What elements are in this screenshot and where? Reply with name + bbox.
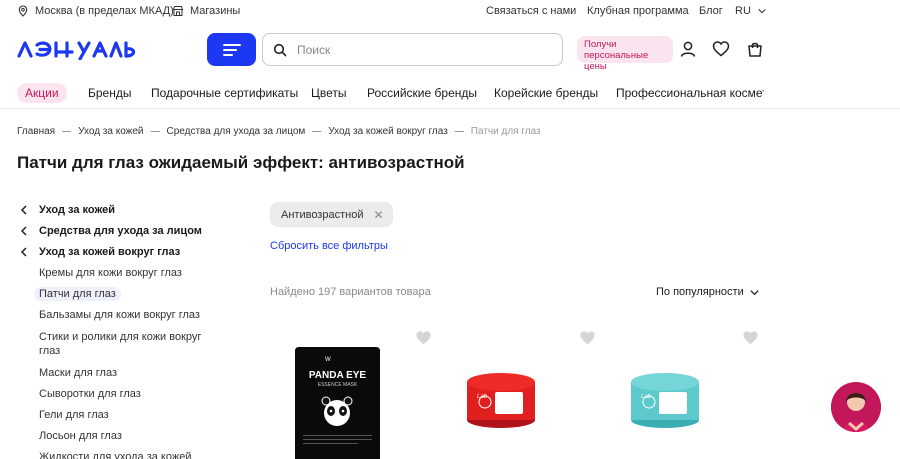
nav-item-brands[interactable]: Бренды bbox=[88, 86, 131, 100]
chat-assistant-button[interactable] bbox=[831, 382, 881, 432]
search-icon bbox=[273, 43, 287, 56]
product-card-panda-eye[interactable]: W PANDA EYE ESSENCE MASK bbox=[295, 347, 380, 459]
breadcrumb-eye-care[interactable]: Уход за кожей вокруг глаз bbox=[328, 126, 448, 137]
contact-label: Связаться с нами bbox=[486, 5, 577, 17]
sidebar-item-eye-masks[interactable]: Маски для глаз bbox=[39, 367, 117, 379]
product-jar-label: Lab bbox=[477, 394, 488, 400]
contact-link[interactable]: Связаться с нами bbox=[486, 5, 576, 17]
product-image: W bbox=[295, 347, 380, 459]
nav-item-korean-brands[interactable]: Корейские бренды bbox=[494, 86, 598, 100]
personal-prices-badge[interactable]: Получи персональные цены bbox=[577, 36, 673, 72]
product-card-red-jar[interactable]: Lab bbox=[465, 370, 537, 430]
nav-item-gift-cards[interactable]: Подарочные сертификаты bbox=[151, 86, 298, 100]
heart-icon[interactable] bbox=[742, 330, 759, 346]
blog-label: Блог bbox=[699, 5, 723, 17]
sort-dropdown[interactable]: По популярности bbox=[656, 286, 760, 298]
chevron-left-icon bbox=[17, 205, 39, 215]
stores-link[interactable]: Магазины bbox=[172, 5, 240, 17]
sidebar-item-eye-balms[interactable]: Бальзамы для кожи вокруг глаз bbox=[39, 309, 200, 321]
product-brand-subtitle: ESSENCE MASK bbox=[317, 382, 358, 388]
assistant-avatar-icon bbox=[831, 382, 881, 432]
chevron-down-icon bbox=[758, 8, 766, 14]
sidebar-item-skin-liquids[interactable]: Жидкости для ухода за кожей bbox=[39, 451, 191, 459]
breadcrumb-current: Патчи для глаз bbox=[470, 126, 541, 137]
breadcrumb-separator bbox=[454, 131, 464, 132]
letual-logo bbox=[17, 41, 136, 61]
nav-divider bbox=[0, 108, 900, 109]
svg-text:W: W bbox=[325, 357, 331, 363]
results-count: Найдено 197 вариантов товара bbox=[270, 286, 431, 298]
chevron-left-icon bbox=[17, 226, 39, 236]
breadcrumb-separator bbox=[150, 131, 160, 132]
sort-label: По популярности bbox=[656, 286, 744, 298]
store-icon bbox=[172, 6, 184, 16]
search-bar[interactable] bbox=[262, 33, 563, 66]
nav-item-professional[interactable]: Профессиональная косметика bbox=[616, 86, 764, 100]
filter-chip-label: Антивозрастной bbox=[281, 208, 364, 221]
club-program-link[interactable]: Клубная программа bbox=[587, 5, 689, 17]
location-label: Москва (в пределах МКАД) bbox=[35, 5, 174, 17]
product-brand-title: PANDA EYE bbox=[308, 370, 367, 381]
club-label: Клубная программа bbox=[587, 5, 689, 17]
sidebar-item-eye-gels[interactable]: Гели для глаз bbox=[39, 409, 109, 421]
location-selector[interactable]: Москва (в пределах МКАД) bbox=[17, 5, 174, 17]
sidebar-item-eye-serums[interactable]: Сыворотки для глаз bbox=[39, 388, 141, 400]
main-nav: Акции Бренды Подарочные сертификаты Цвет… bbox=[0, 83, 900, 103]
stores-label: Магазины bbox=[190, 5, 241, 17]
product-card-teal-jar[interactable]: Lab bbox=[629, 370, 701, 430]
sidebar-parent-label: Средства для ухода за лицом bbox=[39, 225, 202, 237]
favorites-icon[interactable] bbox=[712, 40, 730, 58]
sidebar-parent-label: Уход за кожей вокруг глаз bbox=[39, 246, 181, 258]
nav-item-russian-brands[interactable]: Российские бренды bbox=[367, 86, 477, 100]
catalog-button[interactable] bbox=[207, 33, 256, 66]
nav-item-flowers[interactable]: Цветы bbox=[311, 86, 347, 100]
sidebar-item-eye-patches[interactable]: Патчи для глаз bbox=[34, 287, 121, 301]
breadcrumb-home[interactable]: Главная bbox=[17, 126, 55, 137]
sidebar-parent-skincare[interactable]: Уход за кожей bbox=[17, 204, 115, 216]
language-label: RU bbox=[735, 5, 751, 17]
search-input[interactable] bbox=[297, 42, 537, 57]
page-title: Патчи для глаз ожидаемый эффект: антивоз… bbox=[17, 153, 465, 172]
breadcrumb-skincare[interactable]: Уход за кожей bbox=[78, 126, 143, 137]
nav-item-promotions[interactable]: Акции bbox=[17, 83, 67, 103]
reset-filters-link[interactable]: Сбросить все фильтры bbox=[270, 240, 388, 252]
chevron-left-icon bbox=[17, 247, 39, 257]
menu-icon bbox=[222, 43, 241, 56]
sidebar-item-eye-lotion[interactable]: Лосьон для глаз bbox=[39, 430, 122, 442]
breadcrumb-face-care[interactable]: Средства для ухода за лицом bbox=[167, 126, 306, 137]
heart-icon[interactable] bbox=[415, 330, 432, 346]
sidebar-parent-eye-care[interactable]: Уход за кожей вокруг глаз bbox=[17, 246, 180, 258]
heart-icon[interactable] bbox=[579, 330, 596, 346]
sidebar-item-eye-sticks[interactable]: Стики и ролики для кожи вокруг глаз bbox=[39, 330, 224, 358]
blog-link[interactable]: Блог bbox=[699, 5, 723, 17]
product-image bbox=[467, 373, 535, 428]
breadcrumb-separator bbox=[62, 131, 72, 132]
cart-icon[interactable] bbox=[746, 40, 764, 58]
product-image bbox=[631, 373, 699, 428]
language-selector[interactable]: RU bbox=[735, 5, 767, 17]
chevron-down-icon bbox=[750, 289, 759, 295]
top-bar: Москва (в пределах МКАД) Магазины Связат… bbox=[0, 0, 900, 22]
sidebar-parent-label: Уход за кожей bbox=[39, 204, 115, 216]
filter-chip[interactable]: Антивозрастной ✕ bbox=[270, 202, 393, 227]
location-pin-icon bbox=[18, 5, 28, 17]
profile-icon[interactable] bbox=[679, 40, 697, 58]
close-icon[interactable]: ✕ bbox=[373, 208, 383, 222]
logo[interactable] bbox=[17, 38, 147, 65]
product-jar-label: Lab bbox=[641, 394, 652, 400]
sidebar-item-eye-creams[interactable]: Кремы для кожи вокруг глаз bbox=[39, 267, 182, 279]
sidebar-parent-face-care[interactable]: Средства для ухода за лицом bbox=[17, 225, 202, 237]
breadcrumb-separator bbox=[312, 131, 322, 132]
breadcrumb: Главная Уход за кожей Средства для ухода… bbox=[17, 126, 541, 137]
